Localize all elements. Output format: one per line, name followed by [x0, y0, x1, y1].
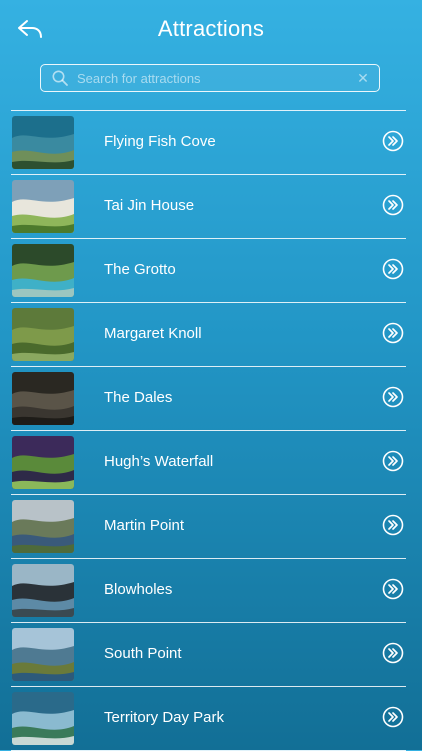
double-chevron-right-icon[interactable]: [382, 706, 404, 728]
list-item[interactable]: Martin Point: [11, 495, 406, 559]
attraction-name: Margaret Knoll: [104, 325, 202, 342]
attraction-thumbnail: [12, 308, 74, 361]
attraction-thumbnail: [12, 692, 74, 745]
list-item[interactable]: Tai Jin House: [11, 175, 406, 239]
list-item[interactable]: South Point: [11, 623, 406, 687]
attraction-name: Hugh’s Waterfall: [104, 453, 214, 470]
double-chevron-right-icon[interactable]: [382, 642, 404, 664]
double-chevron-right-icon[interactable]: [382, 578, 404, 600]
search-bar[interactable]: ✕: [40, 64, 380, 92]
attraction-name: Blowholes: [104, 581, 173, 598]
attraction-thumbnail: [12, 180, 74, 233]
attraction-name: Tai Jin House: [104, 197, 195, 214]
search-input[interactable]: [69, 70, 353, 86]
double-chevron-right-icon[interactable]: [382, 130, 404, 152]
page-title: Attractions: [157, 16, 265, 41]
attraction-name: Martin Point: [104, 517, 185, 534]
attraction-name: Flying Fish Cove: [104, 133, 216, 150]
attraction-name: The Dales: [104, 389, 173, 406]
double-chevron-right-icon[interactable]: [382, 386, 404, 408]
double-chevron-right-icon[interactable]: [382, 322, 404, 344]
double-chevron-right-icon[interactable]: [382, 450, 404, 472]
list-item[interactable]: Territory Day Park: [11, 687, 406, 751]
list-item[interactable]: Margaret Knoll: [11, 303, 406, 367]
attraction-thumbnail: [12, 244, 74, 297]
attraction-name: South Point: [104, 645, 182, 662]
list-item[interactable]: The Grotto: [11, 239, 406, 303]
attraction-thumbnail: [12, 116, 74, 169]
attraction-thumbnail: [12, 372, 74, 425]
double-chevron-right-icon[interactable]: [382, 258, 404, 280]
attraction-thumbnail: [12, 628, 74, 681]
attraction-name: The Grotto: [104, 261, 176, 278]
header: Attractions: [0, 0, 422, 60]
attraction-list: Flying Fish Cove Tai Jin House The Grotto M…: [11, 110, 406, 751]
attraction-name: Territory Day Park: [104, 709, 225, 726]
attraction-thumbnail: [12, 564, 74, 617]
double-chevron-right-icon[interactable]: [382, 514, 404, 536]
search-icon: [51, 69, 69, 87]
attraction-thumbnail: [12, 436, 74, 489]
clear-search-icon[interactable]: ✕: [353, 70, 373, 87]
list-item[interactable]: The Dales: [11, 367, 406, 431]
attraction-thumbnail: [12, 500, 74, 553]
list-item[interactable]: Flying Fish Cove: [11, 111, 406, 175]
list-item[interactable]: Blowholes: [11, 559, 406, 623]
list-item[interactable]: Hugh’s Waterfall: [11, 431, 406, 495]
double-chevron-right-icon[interactable]: [382, 194, 404, 216]
